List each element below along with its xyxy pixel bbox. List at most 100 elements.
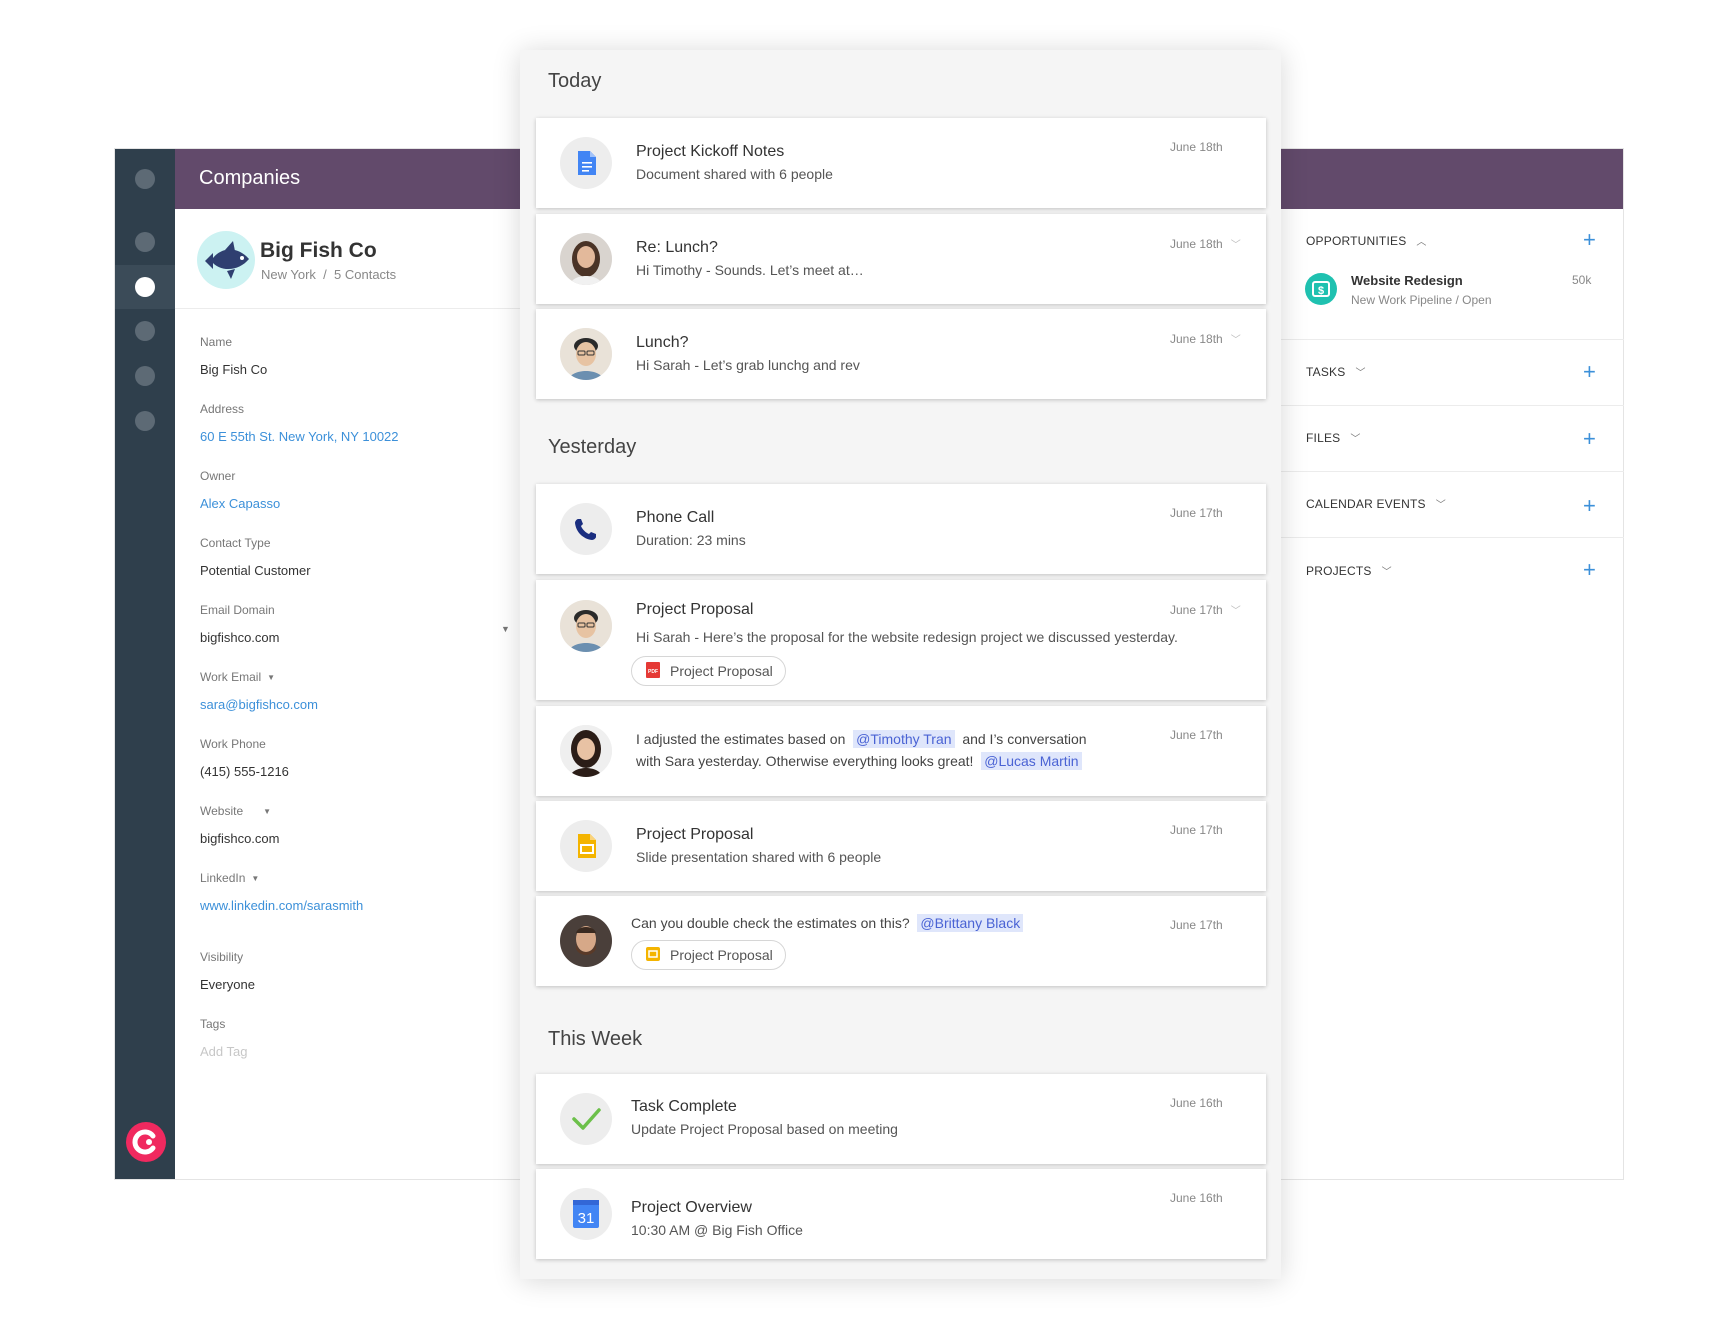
field-label-row: LinkedIn ▼ [200,871,363,885]
activity-card[interactable]: 31 Project Overview 10:30 AM @ Big Fish … [536,1169,1266,1259]
field-value[interactable]: (415) 555-1216 [200,764,289,779]
attachment-chip[interactable]: PDF Project Proposal [631,656,786,686]
card-date: June 18th ﹀ [1170,331,1241,347]
field-linkedin: LinkedIn ▼ www.linkedin.com/sarasmith [200,871,363,913]
field-value[interactable]: Everyone [200,977,255,992]
field-name: Name Big Fish Co [200,335,267,377]
card-title: Project Kickoff Notes [636,143,785,160]
owner-link[interactable]: Alex Capasso [200,496,280,511]
field-owner: Owner Alex Capasso [200,469,280,511]
activity-card[interactable]: Can you double check the estimates on th… [536,896,1266,986]
section-title: OPPORTUNITIES [1306,233,1407,248]
avatar [560,915,612,967]
activity-card[interactable]: Project Kickoff Notes Document shared wi… [536,118,1266,208]
opportunities-toggle[interactable]: OPPORTUNITIES ︿ [1306,233,1427,249]
add-tag-input[interactable]: Add Tag [200,1044,247,1059]
field-label: Contact Type [200,536,271,550]
add-file-button[interactable]: + [1583,428,1596,450]
field-value[interactable]: bigfishco.com [200,630,279,645]
card-date-text: June 17th [1170,506,1223,520]
field-work-phone: Work Phone (415) 555-1216 [200,737,289,779]
add-task-button[interactable]: + [1583,361,1596,383]
attachment-chip[interactable]: Project Proposal [631,940,786,970]
company-name: Big Fish Co [260,239,377,262]
field-value[interactable]: Big Fish Co [200,362,267,377]
nav-item-2[interactable] [135,232,155,252]
company-details-panel: Big Fish Co New York / 5 Contacts Name B… [175,209,555,1179]
section-title: FILES [1306,430,1341,445]
nav-item-6[interactable] [135,411,155,431]
chevron-down-icon: ﹀ [1381,567,1392,578]
chevron-down-icon: ﹀ [1435,500,1446,511]
page-title: Companies [199,167,301,189]
company-contacts-link[interactable]: 5 Contacts [334,267,396,282]
opportunity-title[interactable]: Website Redesign [1351,273,1463,288]
check-icon [560,1093,612,1145]
attachment-name: Project Proposal [670,947,773,963]
nav-item-5[interactable] [135,366,155,386]
website-type-dropdown-icon[interactable]: ▼ [263,807,271,816]
field-contact-type: Contact Type Potential Customer [200,536,311,578]
svg-text:PDF: PDF [648,669,658,675]
section-title: PROJECTS [1306,563,1372,578]
field-value[interactable]: bigfishco.com [200,831,279,846]
work-email-link[interactable]: sara@bigfishco.com [200,697,318,712]
linkedin-link[interactable]: www.linkedin.com/sarasmith [200,898,363,913]
activity-card[interactable]: Re: Lunch? Hi Timothy - Sounds. Let’s me… [536,214,1266,304]
nav-item-4[interactable] [135,321,155,341]
brand-logo-icon[interactable] [126,1122,166,1162]
add-event-button[interactable]: + [1583,495,1596,517]
field-label: Work Phone [200,737,266,751]
mention-tag[interactable]: @Timothy Tran [853,730,955,748]
nav-item-companies[interactable] [135,277,155,297]
slides-file-icon [646,946,660,964]
files-toggle[interactable]: FILES ﹀ [1306,430,1361,446]
email-type-dropdown-icon[interactable]: ▼ [267,673,275,682]
field-label: Owner [200,469,236,483]
expand-chevron-icon[interactable]: ﹀ [1231,236,1241,251]
activity-card[interactable]: Task Complete Update Project Proposal ba… [536,1074,1266,1164]
mention-tag[interactable]: @Brittany Black [917,914,1024,932]
card-title: Project Overview [631,1199,752,1216]
contact-type-select[interactable]: Potential Customer [200,563,311,578]
activity-card[interactable]: I adjusted the estimates based on @Timot… [536,706,1266,796]
section-today: Today [548,70,602,92]
chevron-down-icon: ﹀ [1355,368,1366,379]
projects-toggle[interactable]: PROJECTS ﹀ [1306,563,1392,579]
activity-card[interactable]: Phone Call Duration: 23 mins June 17th [536,484,1266,574]
related-panel: OPPORTUNITIES ︿ + $ Website Redesign New… [1280,209,1624,1179]
field-tags: Tags Add Tag [200,1017,247,1059]
card-subtitle: Hi Sarah - Let’s grab lunchg and rev [636,357,860,373]
address-link[interactable]: 60 E 55th St. New York, NY 10022 [200,429,399,444]
nav-item-1[interactable] [135,169,155,189]
linkedin-dropdown-icon[interactable]: ▼ [251,874,259,883]
avatar [560,725,612,777]
card-date: June 17th [1170,918,1223,932]
tasks-toggle[interactable]: TASKS ﹀ [1306,364,1366,380]
field-label: Work Email [200,670,262,684]
card-date-text: June 17th [1170,602,1223,617]
activity-card[interactable]: Project Proposal Slide presentation shar… [536,801,1266,891]
add-opportunity-button[interactable]: + [1583,229,1596,251]
mention-tag[interactable]: @Lucas Martin [981,752,1082,770]
card-title: Lunch? [636,334,689,351]
tasks-section: TASKS ﹀ + [1281,340,1624,406]
contact-type-dropdown-icon[interactable]: ▼ [501,624,510,634]
section-yesterday: Yesterday [548,436,637,458]
calendar-toggle[interactable]: CALENDAR EVENTS ﹀ [1306,496,1446,512]
add-project-button[interactable]: + [1583,559,1596,581]
company-meta: New York / 5 Contacts [261,267,396,282]
google-slides-icon [560,820,612,872]
activity-card[interactable]: Lunch? Hi Sarah - Let’s grab lunchg and … [536,309,1266,399]
field-label-row: Website ▼ [200,804,279,818]
card-date-text: June 16th [1170,1191,1223,1205]
field-label: Visibility [200,950,244,964]
attachment-name: Project Proposal [670,663,773,679]
expand-chevron-icon[interactable]: ﹀ [1231,602,1241,617]
card-date-text: June 18th [1170,236,1223,251]
card-subtitle: Duration: 23 mins [636,532,746,548]
card-date-text: June 18th [1170,331,1223,346]
field-visibility: Visibility Everyone [200,950,255,992]
activity-card[interactable]: Project Proposal Hi Sarah - Here’s the p… [536,580,1266,700]
expand-chevron-icon[interactable]: ﹀ [1231,331,1241,346]
